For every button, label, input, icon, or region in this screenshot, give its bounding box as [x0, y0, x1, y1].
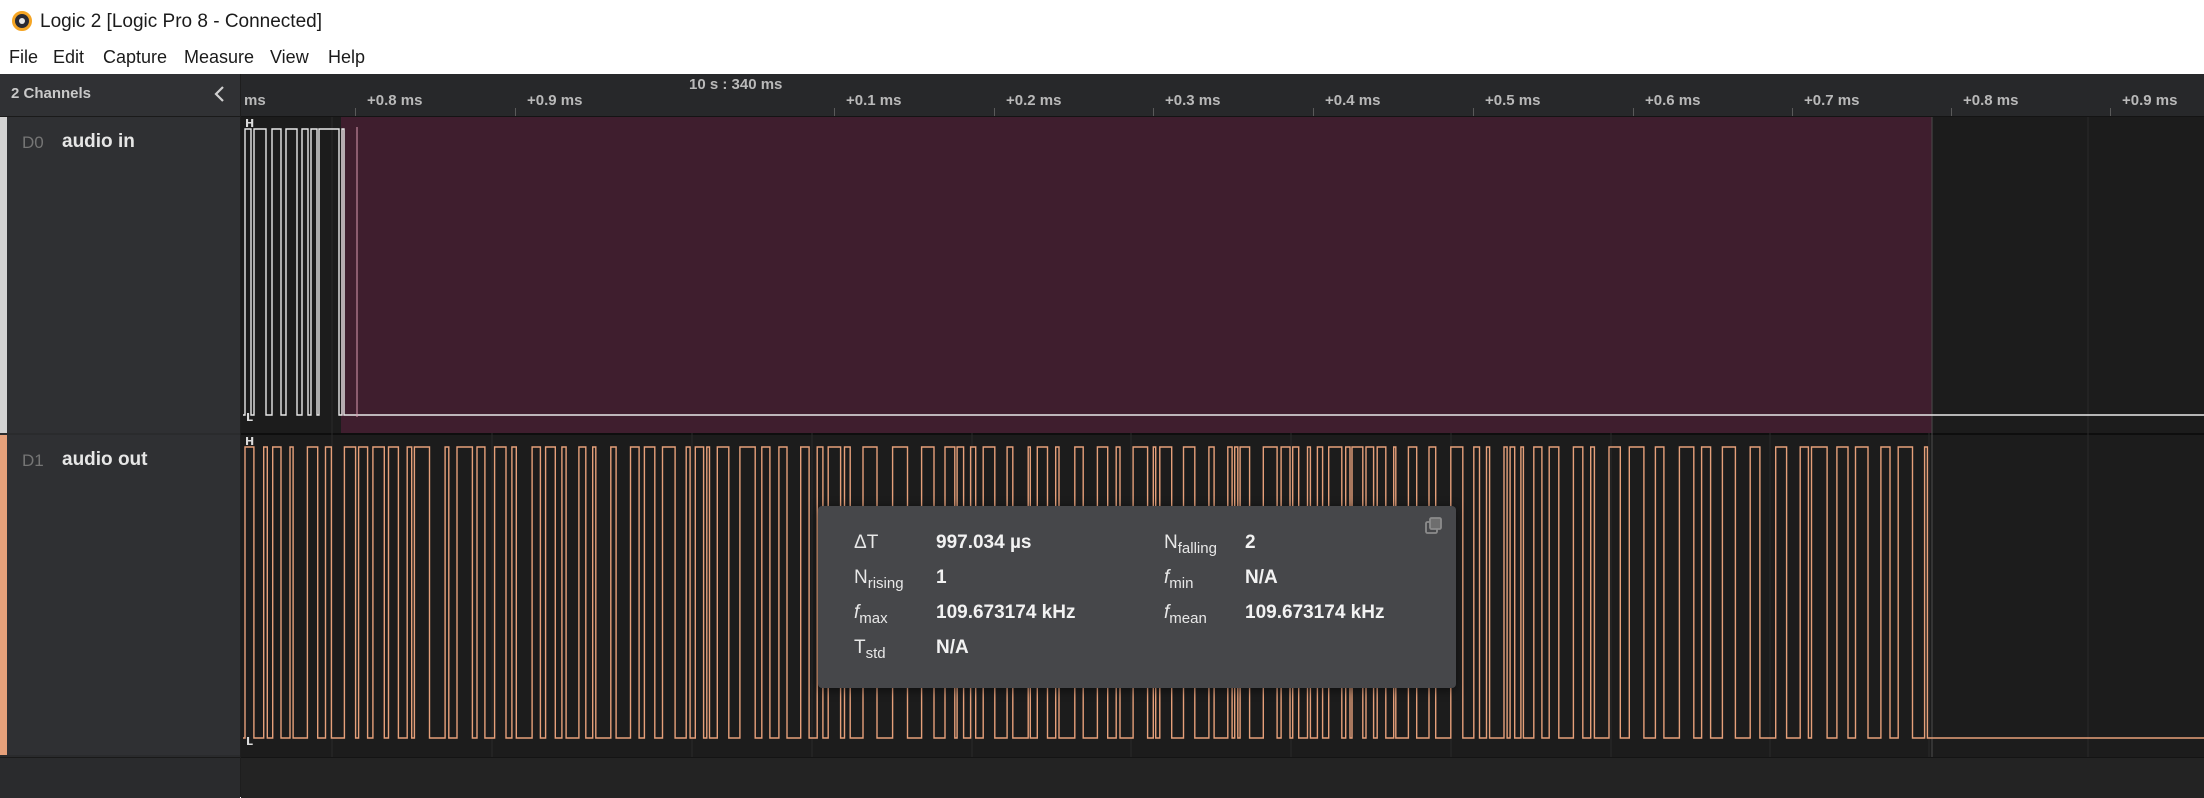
d0-high-marker: H [245, 117, 254, 130]
n-falling-value: 2 [1245, 532, 1256, 553]
ruler-tick-mark [1473, 108, 1474, 116]
ruler-tick-mark [1153, 108, 1154, 116]
menu-bar: File Edit Capture Measure View Help [0, 44, 2204, 72]
delta-t-label: ΔT [854, 532, 879, 553]
ruler-tick-label: +0.3 ms [1165, 92, 1221, 109]
f-mean-label: fmean [1164, 602, 1207, 627]
channel-name[interactable]: audio out [62, 449, 147, 471]
menu-view[interactable]: View [270, 47, 309, 68]
channel-color-stripe [0, 117, 7, 433]
ruler-tick-mark [355, 108, 356, 116]
t-std-label: Tstd [854, 637, 886, 662]
time-reference: 10 s : 340 ms [689, 76, 783, 93]
channel-id: D0 [22, 133, 44, 152]
channel-row-d1[interactable]: D1 audio out [0, 435, 240, 755]
ruler-tick-label: +0.9 ms [527, 92, 583, 109]
measurement-selection [341, 117, 1932, 433]
t-std-value: N/A [936, 637, 969, 658]
ruler-tick-mark [834, 108, 835, 116]
channel-name[interactable]: audio in [62, 131, 135, 153]
ruler-tick-label: +0.8 ms [367, 92, 423, 109]
measurement-popup[interactable]: ΔT 997.034 µs Nfalling 2 Nrising 1 fmin … [818, 506, 1456, 688]
channels-header: 2 Channels [0, 74, 240, 117]
delta-t-value: 997.034 µs [936, 532, 1032, 553]
timeline-footer [241, 757, 2204, 798]
ruler-tick-mark [1633, 108, 1634, 116]
ruler-tick-mark [1951, 108, 1952, 116]
logic-workspace: 2 Channels D0 audio in D1 audio out 10 s… [0, 74, 2204, 798]
f-min-label: fmin [1164, 567, 1194, 592]
ruler-tick-label: +0.4 ms [1325, 92, 1381, 109]
channels-count: 2 Channels [11, 85, 92, 102]
copy-icon[interactable] [1424, 516, 1444, 536]
f-max-value: 109.673174 kHz [936, 602, 1076, 623]
d0-low-marker: L [246, 411, 253, 424]
channel-sidebar: 2 Channels D0 audio in D1 audio out [0, 74, 240, 798]
f-max-label: fmax [854, 602, 888, 627]
ruler-tick-label: ms [244, 92, 266, 109]
menu-capture[interactable]: Capture [103, 47, 167, 68]
channel-row-d0[interactable]: D0 audio in [0, 117, 240, 433]
ruler-tick-label: +0.7 ms [1804, 92, 1860, 109]
n-rising-label: Nrising [854, 567, 904, 592]
channel-id: D1 [22, 451, 44, 470]
ruler-tick-mark [1313, 108, 1314, 116]
ruler-tick-label: +0.6 ms [1645, 92, 1701, 109]
ruler-tick-label: +0.5 ms [1485, 92, 1541, 109]
ruler-tick-mark [2110, 108, 2111, 116]
f-min-value: N/A [1245, 567, 1278, 588]
window-title: Logic 2 [Logic Pro 8 - Connected] [40, 11, 323, 32]
channel-color-stripe [0, 435, 7, 755]
d1-high-marker: H [245, 435, 254, 448]
time-ruler[interactable]: 10 s : 340 ms ms +0.8 ms +0.9 ms +0.1 ms +0.… [241, 74, 2204, 117]
ruler-tick-label: +0.9 ms [2122, 92, 2178, 109]
menu-help[interactable]: Help [328, 47, 365, 68]
n-falling-label: Nfalling [1164, 532, 1217, 557]
logic-app-icon [12, 11, 32, 31]
title-bar: Logic 2 [Logic Pro 8 - Connected] [0, 0, 2204, 42]
menu-measure[interactable]: Measure [184, 47, 254, 68]
ruler-tick-label: +0.2 ms [1006, 92, 1062, 109]
ruler-tick-mark [515, 108, 516, 116]
menu-file[interactable]: File [9, 47, 38, 68]
n-rising-value: 1 [936, 567, 947, 588]
menu-edit[interactable]: Edit [53, 47, 84, 68]
ruler-tick-mark [1792, 108, 1793, 116]
sidebar-footer [0, 757, 240, 798]
ruler-tick-label: +0.1 ms [846, 92, 902, 109]
ruler-tick-label: +0.8 ms [1963, 92, 2019, 109]
chevron-left-icon[interactable] [210, 84, 230, 104]
f-mean-value: 109.673174 kHz [1245, 602, 1385, 623]
ruler-tick-mark [994, 108, 995, 116]
d1-low-marker: L [246, 735, 253, 748]
